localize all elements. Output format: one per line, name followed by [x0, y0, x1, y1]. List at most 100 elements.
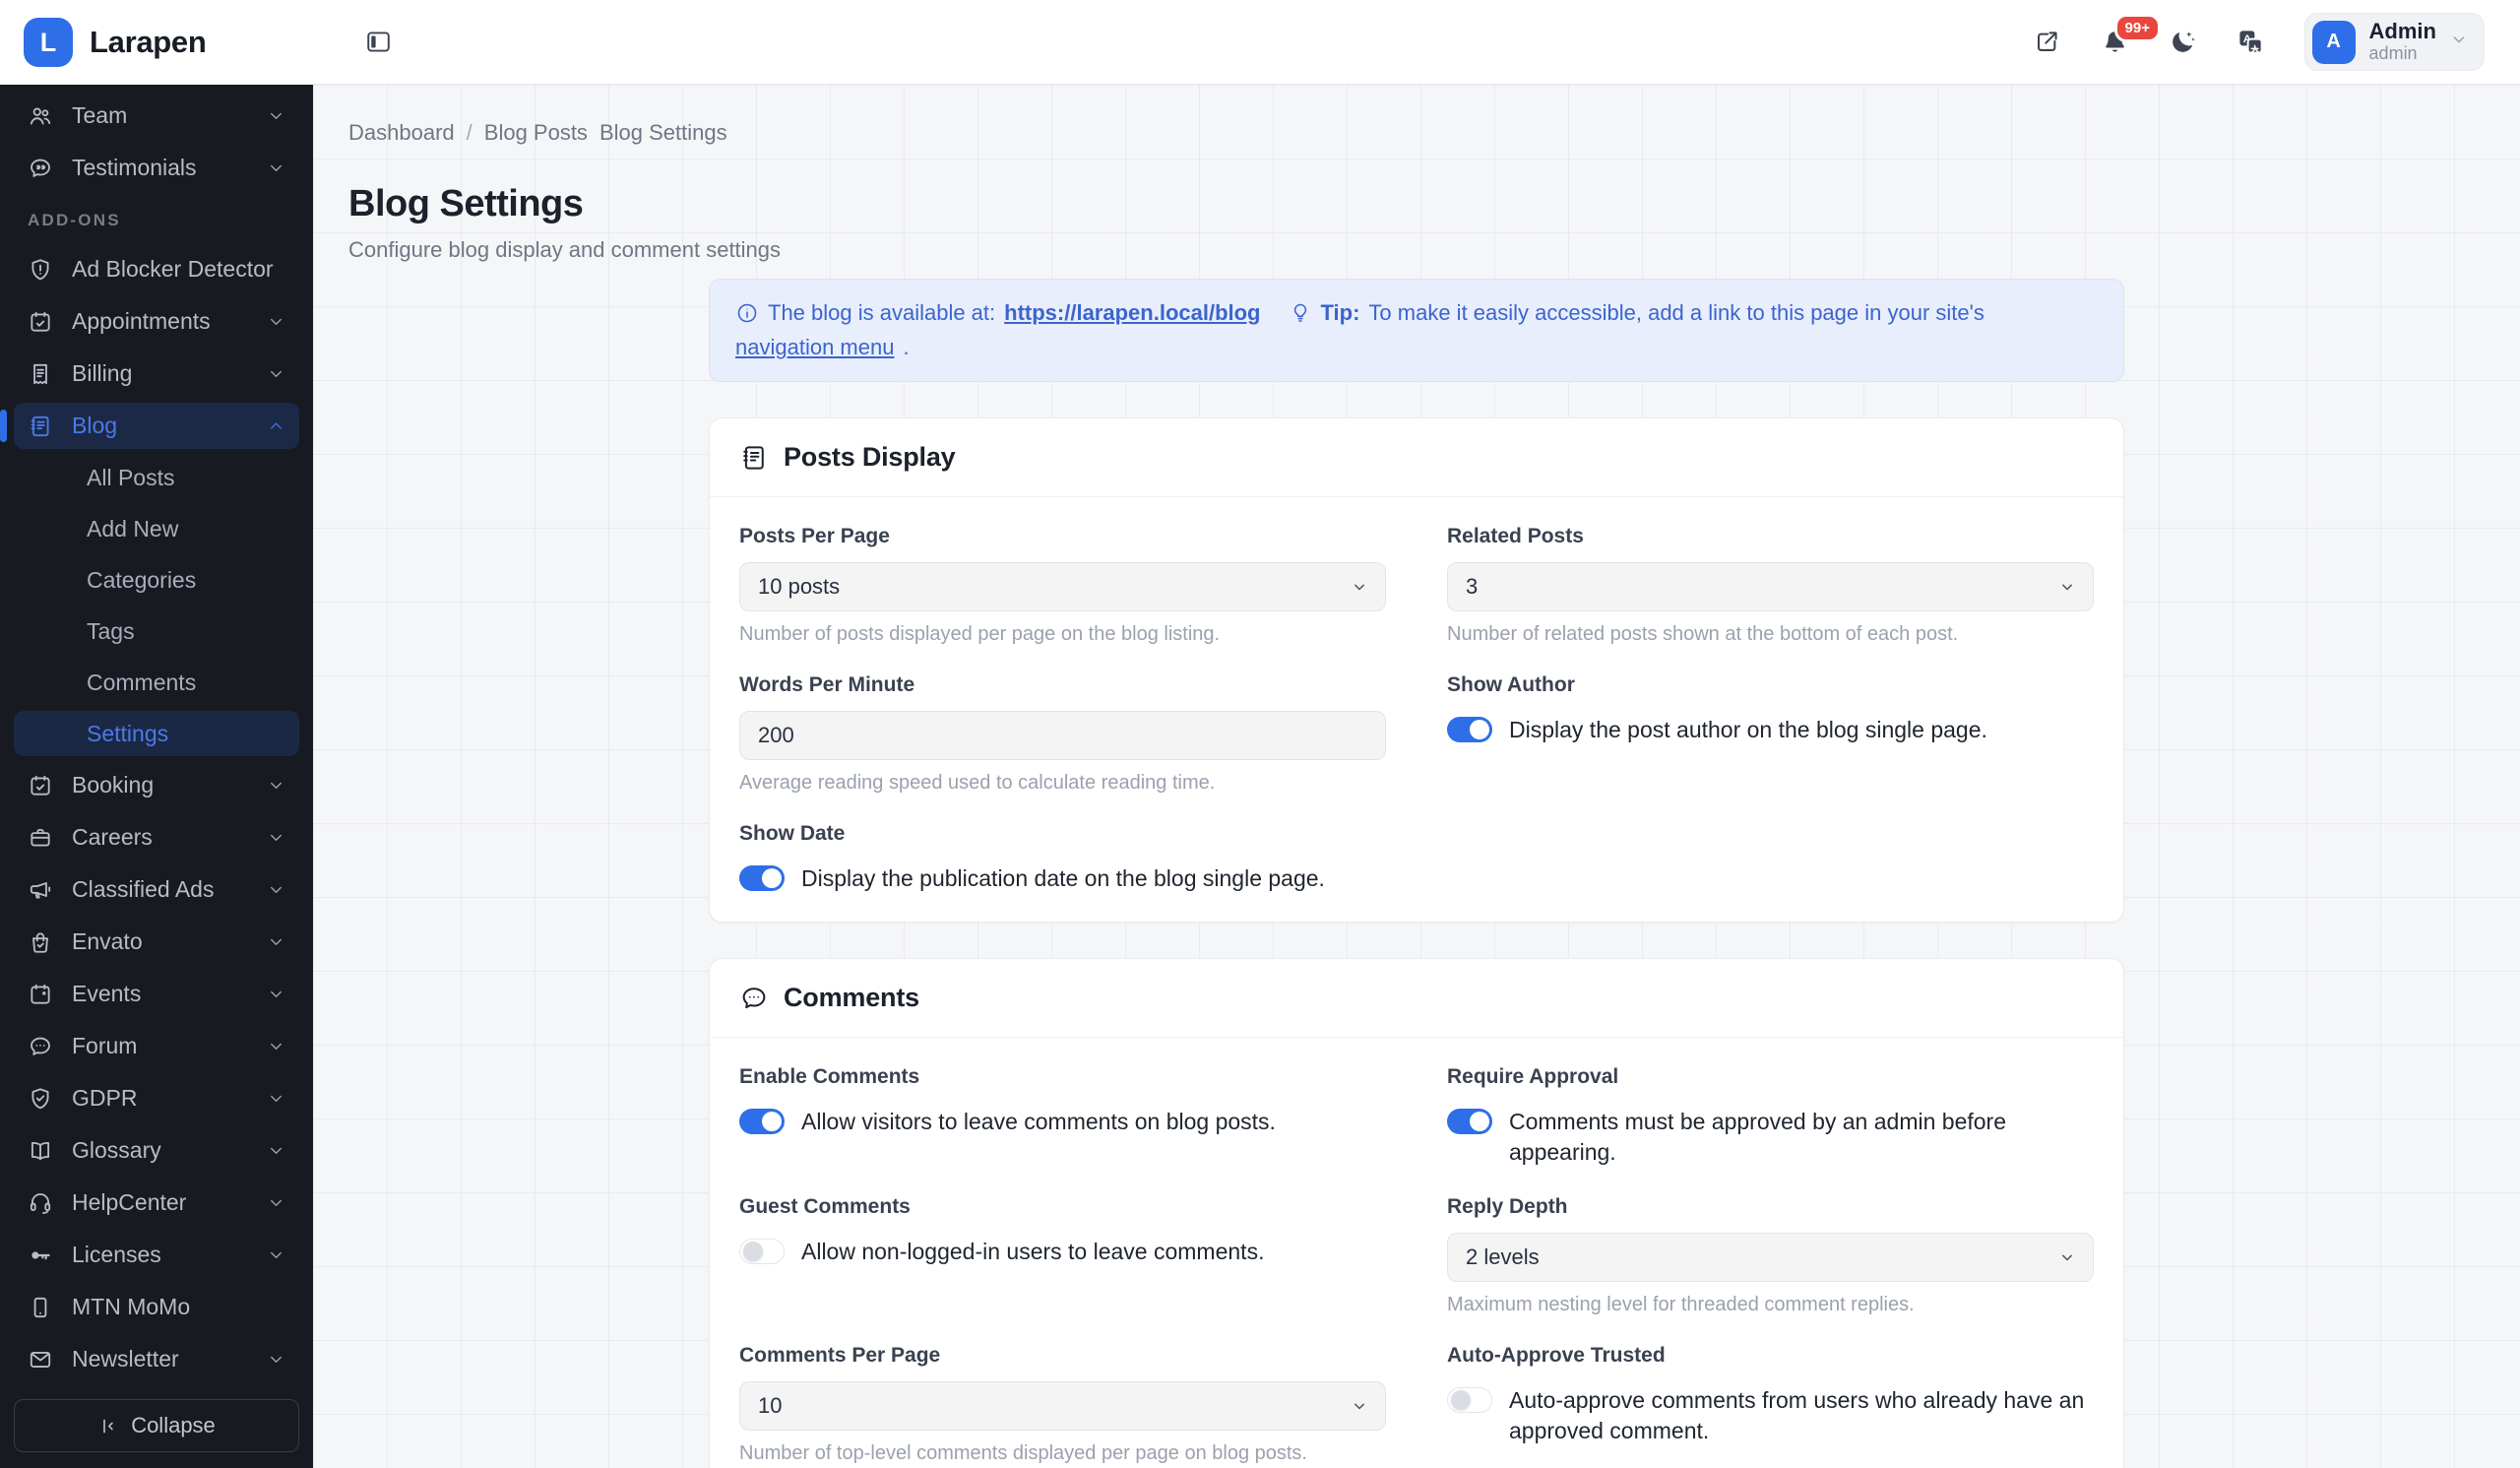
sidebar-item-testimonials[interactable]: Testimonials — [14, 145, 299, 191]
auto-approve-toggle[interactable] — [1447, 1387, 1492, 1414]
bag-check-icon — [28, 929, 53, 955]
brand-logo-mark: L — [24, 18, 73, 67]
field-posts-per-page: Posts Per Page 10 posts Number of posts … — [739, 525, 1386, 646]
book-open-icon — [28, 1138, 53, 1164]
journal-icon — [743, 445, 764, 470]
sidebar-item-label: GDPR — [72, 1085, 138, 1111]
info-circle-icon — [737, 303, 757, 323]
sidebar-item-label: HelpCenter — [72, 1189, 187, 1215]
field-guest-comments: Guest Comments Allow non-logged-in users… — [739, 1195, 1265, 1265]
people-icon — [28, 103, 53, 129]
sidebar-item-label: Booking — [72, 772, 155, 798]
breadcrumb: Dashboard / Blog Posts Blog Settings — [348, 120, 2485, 146]
sidebar-item-label: Careers — [72, 824, 153, 850]
blog-url-link[interactable]: https://larapen.local/blog — [1004, 300, 1260, 326]
words-per-minute-input[interactable] — [739, 711, 1386, 760]
breadcrumb-dashboard[interactable]: Dashboard — [348, 120, 455, 146]
sidebar-collapse-button[interactable]: Collapse — [14, 1399, 299, 1452]
sidebar-item-appointments[interactable]: Appointments — [14, 298, 299, 345]
chevron-down-icon — [267, 1193, 285, 1212]
lightbulb-icon — [1293, 303, 1306, 322]
sidebar-item-label: MTN MoMo — [72, 1294, 191, 1319]
require-approval-toggle[interactable] — [1447, 1109, 1492, 1135]
sidebar-item-licenses[interactable]: Licenses — [14, 1232, 299, 1278]
guest-comments-toggle[interactable] — [739, 1239, 785, 1265]
sidebar-item-billing[interactable]: Billing — [14, 351, 299, 397]
field-comments-per-page: Comments Per Page 10 Number of top-level… — [739, 1344, 1386, 1465]
sidebar-subitem-all-posts[interactable]: All Posts — [14, 455, 299, 500]
notifications-bell-icon[interactable]: 99+ — [2101, 14, 2161, 56]
top-header: 99+ A A Admin admin — [313, 0, 2520, 85]
sidebar-subitem-comments[interactable]: Comments — [14, 660, 299, 705]
chevron-down-icon — [267, 880, 285, 899]
field-reply-depth: Reply Depth 2 levels Maximum nesting lev… — [1447, 1195, 2094, 1316]
calendar-event-icon — [28, 982, 53, 1007]
translate-icon[interactable]: A — [2236, 28, 2265, 56]
sidebar-item-label: Team — [72, 102, 128, 128]
sidebar-item-label: Events — [72, 981, 142, 1006]
sidebar-subitem-settings[interactable]: Settings — [14, 711, 299, 756]
chevron-down-icon — [267, 1089, 285, 1108]
chevron-down-icon — [1354, 584, 1364, 591]
dark-mode-moon-icon[interactable] — [2169, 28, 2197, 56]
field-words-per-minute: Words Per Minute Average reading speed u… — [739, 673, 1386, 795]
sidebar-item-events[interactable]: Events — [14, 971, 299, 1017]
envelope-icon — [28, 1347, 53, 1372]
breadcrumb-blog-posts[interactable]: Blog Posts — [484, 120, 588, 146]
megaphone-icon — [28, 877, 53, 903]
navigation-menu-link[interactable]: navigation menu — [735, 335, 894, 360]
sidebar-item-forum[interactable]: Forum — [14, 1023, 299, 1069]
sidebar-item-booking[interactable]: Booking — [14, 762, 299, 808]
chevron-down-icon — [267, 1245, 285, 1264]
related-posts-select[interactable]: 3 — [1447, 562, 2094, 611]
sidebar-item-envato[interactable]: Envato — [14, 919, 299, 965]
sidebar-item-ad-blocker-detector[interactable]: Ad Blocker Detector — [14, 246, 299, 292]
sidebar-item-careers[interactable]: Careers — [14, 814, 299, 861]
chevron-down-icon — [267, 776, 285, 795]
chevron-down-icon — [2062, 584, 2072, 591]
show-date-toggle[interactable] — [739, 865, 785, 891]
brand-name: Larapen — [90, 25, 207, 59]
sidebar-item-mtn-momo[interactable]: MTN MoMo — [14, 1284, 299, 1330]
user-menu[interactable]: A Admin admin — [2303, 12, 2485, 72]
sidebar-item-gdpr[interactable]: GDPR — [14, 1075, 299, 1121]
collapse-label: Collapse — [131, 1413, 216, 1437]
calendar-check-icon — [28, 773, 53, 798]
brand-logo[interactable]: L Larapen — [0, 0, 313, 85]
sidebar-subitem-add-new[interactable]: Add New — [14, 506, 299, 551]
card-title-posts-display: Posts Display — [784, 442, 956, 472]
sidebar-subitem-tags[interactable]: Tags — [14, 608, 299, 654]
headset-icon — [28, 1190, 53, 1216]
sidebar-item-glossary[interactable]: Glossary — [14, 1127, 299, 1174]
sidebar-subitem-categories[interactable]: Categories — [14, 557, 299, 603]
sidebar-item-blog[interactable]: Blog — [0, 403, 299, 449]
comments-per-page-select[interactable]: 10 — [739, 1381, 1386, 1432]
field-auto-approve: Auto-Approve Trusted Auto-approve commen… — [1447, 1344, 2085, 1444]
banner-tip-label: Tip: — [1320, 300, 1360, 325]
page-subtitle: Configure blog display and comment setti… — [348, 237, 782, 262]
banner-info-text: The blog is available at: — [768, 300, 996, 325]
notification-badge: 99+ — [2113, 14, 2161, 42]
sidebar-item-team[interactable]: Team — [14, 93, 299, 139]
chevron-down-icon — [267, 932, 285, 951]
enable-comments-toggle[interactable] — [739, 1109, 785, 1135]
sidebar-toggle-icon[interactable] — [364, 28, 393, 56]
sidebar-item-helpcenter[interactable]: HelpCenter — [14, 1180, 299, 1226]
chevron-down-icon — [267, 1037, 285, 1055]
external-link-icon[interactable] — [2033, 28, 2061, 56]
reply-depth-select[interactable]: 2 levels — [1447, 1233, 2094, 1283]
sidebar-item-label: Blog — [72, 413, 118, 438]
chevron-down-icon — [267, 985, 285, 1003]
chevron-down-icon — [2450, 31, 2468, 53]
calendar-check-icon — [28, 309, 53, 335]
card-title-comments: Comments — [784, 983, 919, 1013]
show-author-toggle[interactable] — [1447, 717, 1492, 742]
comments-card: Comments Enable Comments Allow visitors … — [709, 958, 2124, 1468]
shield-exclamation-icon — [28, 257, 53, 283]
posts-per-page-select[interactable]: 10 posts — [739, 562, 1386, 611]
chevron-down-icon — [267, 159, 285, 177]
posts-display-card: Posts Display Posts Per Page 10 posts Nu… — [709, 417, 2124, 924]
field-show-date: Show Date Display the publication date o… — [739, 822, 1325, 891]
sidebar-item-classified-ads[interactable]: Classified Ads — [14, 866, 299, 913]
sidebar-item-newsletter[interactable]: Newsletter — [14, 1336, 299, 1382]
